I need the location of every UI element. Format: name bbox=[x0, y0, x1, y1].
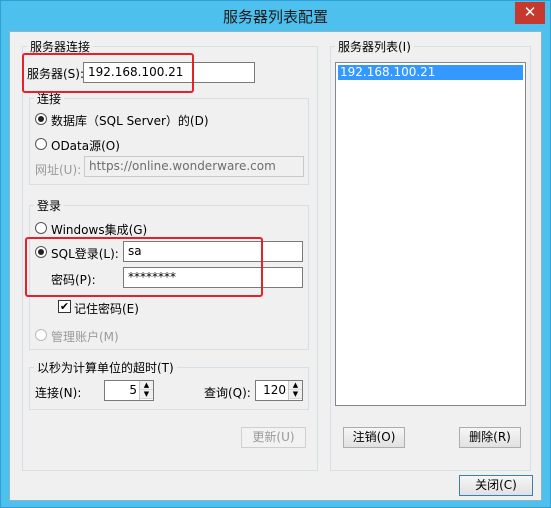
login-highlight-box bbox=[25, 237, 263, 297]
login-title: 登录 bbox=[34, 197, 65, 214]
admin-radio[interactable] bbox=[35, 329, 47, 341]
db-option-label[interactable]: 数据库（SQL Server）的(D) bbox=[51, 112, 209, 129]
query-timeout-label: 查询(Q): bbox=[204, 386, 251, 400]
url-input[interactable]: https://online.wonderware.com bbox=[84, 156, 304, 177]
server-highlight-box bbox=[22, 53, 194, 93]
admin-option-label[interactable]: 管理账户(M) bbox=[51, 328, 119, 345]
dialog-window: 服务器列表配置 ✕ 服务器连接 服务器(S): 192.168.100.21 连… bbox=[0, 0, 551, 508]
close-button[interactable]: 关闭(C) bbox=[459, 475, 533, 496]
close-icon[interactable]: ✕ bbox=[515, 2, 545, 24]
windows-option-label[interactable]: Windows集成(G) bbox=[51, 221, 147, 238]
odata-radio[interactable] bbox=[35, 138, 47, 150]
timeout-title: 以秒为计算单位的超时(T) bbox=[34, 359, 177, 376]
odata-option-label[interactable]: OData源(O) bbox=[51, 137, 120, 154]
query-timeout-stepper[interactable]: 120 ▲ ▼ bbox=[255, 380, 303, 401]
delete-button[interactable]: 删除(R) bbox=[459, 427, 521, 448]
list-item[interactable]: 192.168.100.21 bbox=[338, 65, 523, 80]
server-list-title: 服务器列表(I) bbox=[335, 38, 414, 55]
db-radio[interactable] bbox=[35, 113, 47, 125]
query-stepper-arrows[interactable]: ▲ ▼ bbox=[288, 381, 302, 400]
down-arrow-icon[interactable]: ▼ bbox=[289, 390, 302, 399]
title-bar[interactable]: 服务器列表配置 ✕ bbox=[1, 1, 550, 31]
connect-stepper-arrows[interactable]: ▲ ▼ bbox=[139, 381, 153, 400]
windows-radio[interactable] bbox=[35, 222, 47, 234]
remember-checkbox[interactable]: ✔ bbox=[58, 300, 71, 313]
query-timeout-value: 120 bbox=[263, 383, 286, 397]
dialog-client: 服务器连接 服务器(S): 192.168.100.21 连接 数据库（SQL … bbox=[9, 31, 542, 501]
connect-timeout-stepper[interactable]: 5 ▲ ▼ bbox=[104, 380, 154, 401]
refresh-button[interactable]: 更新(U) bbox=[241, 427, 306, 448]
logout-button[interactable]: 注销(O) bbox=[343, 427, 405, 448]
url-label: 网址(U): bbox=[35, 163, 82, 177]
connect-timeout-value: 5 bbox=[129, 383, 137, 397]
up-arrow-icon[interactable]: ▲ bbox=[289, 381, 302, 390]
window-title: 服务器列表配置 bbox=[222, 8, 328, 26]
connect-timeout-label: 连接(N): bbox=[35, 386, 82, 400]
down-arrow-icon[interactable]: ▼ bbox=[140, 390, 153, 399]
server-listbox[interactable]: 192.168.100.21 bbox=[335, 62, 526, 406]
up-arrow-icon[interactable]: ▲ bbox=[140, 381, 153, 390]
remember-label[interactable]: 记住密码(E) bbox=[74, 300, 139, 317]
